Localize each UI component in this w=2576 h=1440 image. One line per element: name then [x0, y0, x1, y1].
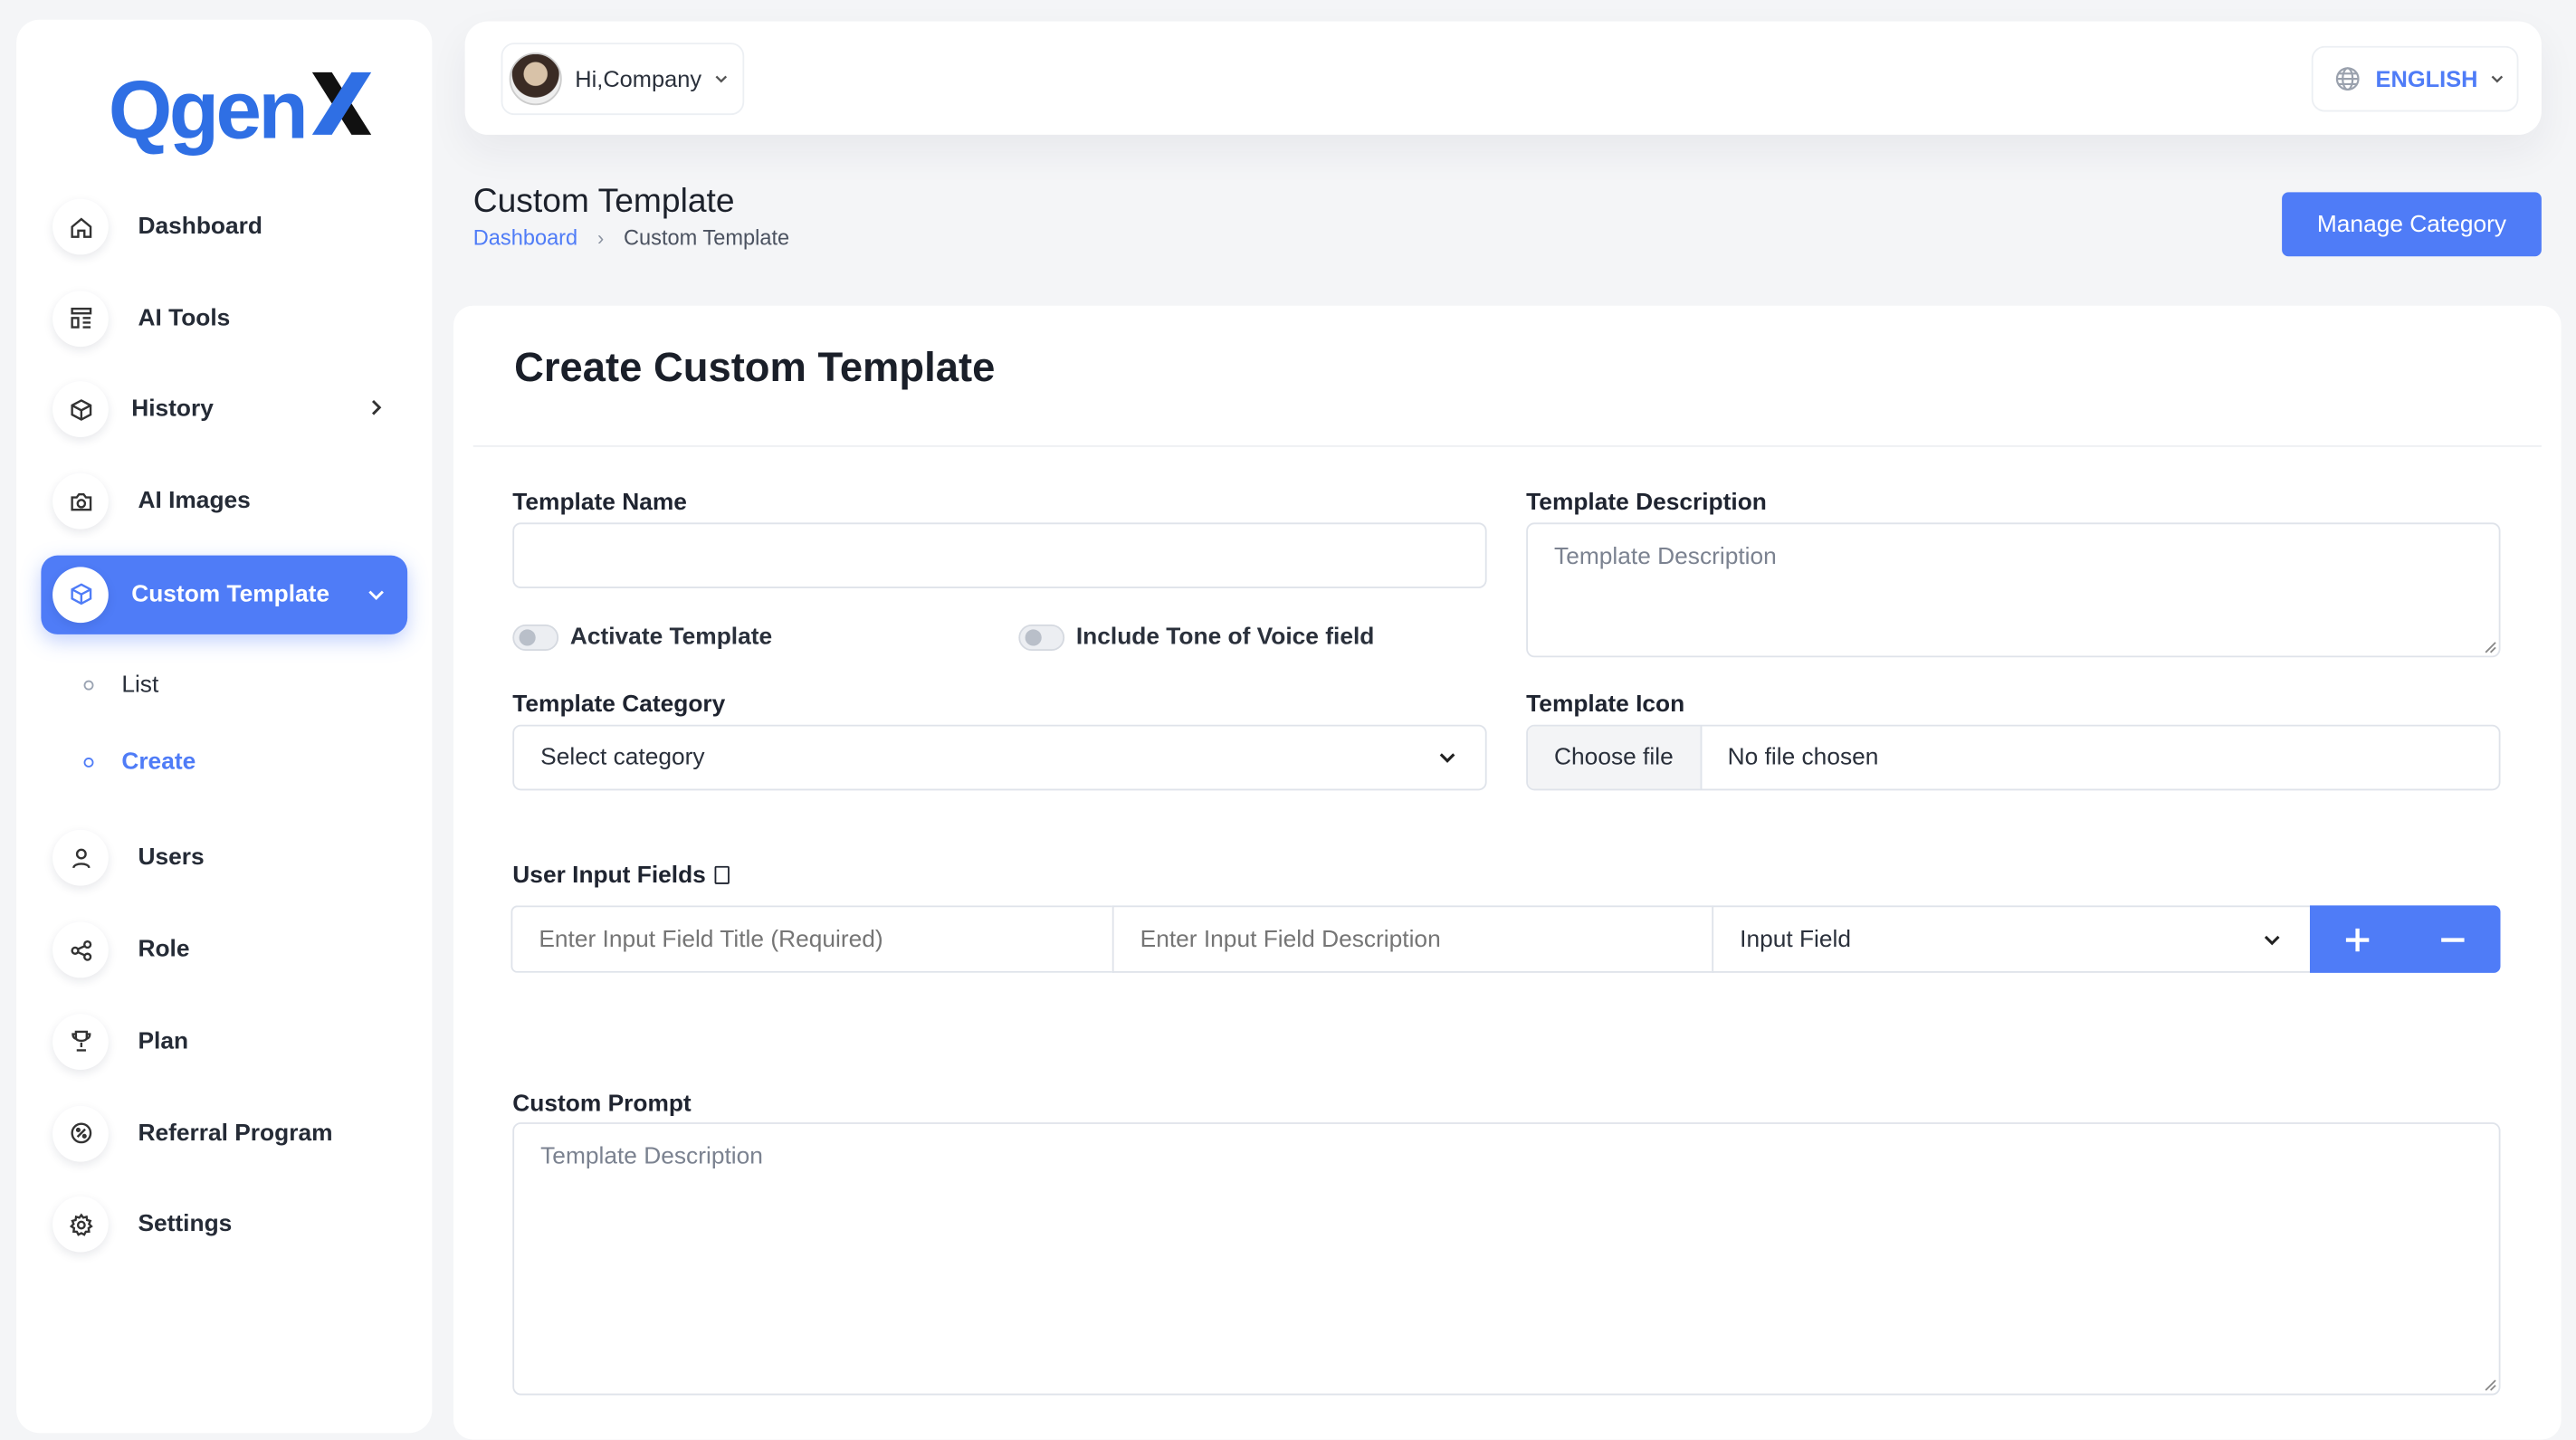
gear-icon [52, 1197, 109, 1253]
square-icon [713, 865, 730, 884]
template-description-textarea[interactable] [1526, 522, 2501, 658]
resize-handle-icon[interactable] [2484, 1378, 2497, 1392]
choose-file-button[interactable]: Choose file [1527, 726, 1702, 789]
submenu-item-create[interactable]: Create [41, 724, 407, 801]
user-greeting: Hi,Company [575, 65, 702, 92]
chevron-down-icon [2492, 75, 2504, 83]
language-selector[interactable]: ENGLISH [2311, 45, 2519, 112]
user-input-fields-text: User Input Fields [512, 863, 706, 890]
sidebar-item-label: AI Tools [138, 305, 231, 332]
layout-icon [52, 290, 109, 347]
minus-icon [2441, 937, 2465, 941]
breadcrumb-dashboard-link[interactable]: Dashboard [473, 225, 577, 250]
sidebar-item-dashboard[interactable]: Dashboard [41, 189, 407, 265]
tone-of-voice-toggle[interactable]: Include Tone of Voice field [1018, 624, 1375, 651]
submenu-item-label: Create [121, 749, 196, 776]
create-template-card: Create Custom Template Template Name Tem… [453, 305, 2562, 1440]
user-input-field-row: Input Field [510, 905, 2501, 973]
cube-icon [52, 381, 109, 438]
template-icon-file-input[interactable]: Choose file No file chosen [1526, 724, 2501, 791]
camera-icon [52, 473, 109, 529]
template-name-input[interactable] [512, 522, 1487, 588]
sidebar-item-label: Users [138, 845, 205, 873]
sidebar-item-plan[interactable]: Plan [41, 1004, 407, 1080]
sidebar-item-settings[interactable]: Settings [41, 1187, 407, 1263]
breadcrumb-current: Custom Template [624, 224, 790, 250]
submenu-item-label: List [121, 672, 159, 699]
input-field-actions [2309, 905, 2501, 973]
brand-logo[interactable]: Qgen [109, 56, 375, 155]
resize-handle-icon[interactable] [2484, 641, 2497, 654]
bullet-icon [83, 757, 94, 768]
plus-icon [2345, 927, 2370, 951]
logo-x-mark [311, 72, 371, 135]
input-type-value: Input Field [1740, 926, 1852, 953]
divider [472, 445, 2542, 447]
template-description-label: Template Description [1526, 490, 1767, 517]
template-icon-label: Template Icon [1526, 691, 1685, 719]
custom-template-submenu: List Create [41, 646, 407, 801]
sidebar-item-label: Plan [138, 1028, 189, 1055]
file-status: No file chosen [1727, 744, 1879, 771]
sidebar-item-label: Custom Template [131, 581, 330, 608]
template-name-label: Template Name [512, 490, 687, 517]
tone-of-voice-label: Include Tone of Voice field [1075, 624, 1375, 651]
trophy-icon [52, 1013, 109, 1070]
activate-template-label: Activate Template [569, 624, 773, 651]
avatar [509, 52, 562, 106]
card-title: Create Custom Template [514, 345, 996, 392]
template-category-label: Template Category [512, 691, 726, 719]
logo-text: Qgen [108, 63, 309, 157]
sidebar-item-label: Referral Program [138, 1120, 333, 1147]
breadcrumb: Dashboard › Custom Template [473, 225, 789, 250]
toggle-switch[interactable] [512, 624, 559, 651]
user-menu[interactable]: Hi,Company [501, 43, 745, 116]
add-field-button[interactable] [2310, 905, 2405, 972]
cube-icon [52, 566, 109, 623]
activate-template-toggle[interactable]: Activate Template [512, 624, 773, 651]
input-field-title-input[interactable] [510, 905, 1112, 973]
sidebar-item-label: Dashboard [138, 214, 262, 241]
sidebar-item-label: Settings [138, 1211, 233, 1238]
submenu-item-list[interactable]: List [41, 646, 407, 723]
custom-prompt-label: Custom Prompt [512, 1091, 692, 1118]
sidebar-item-label: Role [138, 937, 190, 964]
chevron-down-icon [1439, 753, 1455, 763]
user-icon [52, 830, 109, 887]
sidebar: Qgen Dashboard AI Tools History AI Image… [16, 19, 433, 1434]
chevron-right-icon: › [596, 225, 605, 250]
share-icon [52, 921, 109, 978]
category-select-value: Select category [540, 744, 705, 771]
user-input-fields-label: User Input Fields [512, 863, 730, 890]
input-field-description-input[interactable] [1111, 905, 1713, 973]
sidebar-item-ai-tools[interactable]: AI Tools [41, 281, 407, 357]
page-title: Custom Template [472, 182, 735, 221]
sidebar-item-users[interactable]: Users [41, 821, 407, 897]
sidebar-item-custom-template[interactable]: Custom Template [41, 555, 408, 634]
sidebar-nav: Dashboard AI Tools History AI Images Cus… [41, 189, 408, 1279]
toggle-switch[interactable] [1018, 624, 1065, 651]
bullet-icon [83, 680, 94, 691]
manage-category-button[interactable]: Manage Category [2282, 192, 2542, 257]
sidebar-item-role[interactable]: Role [41, 912, 407, 988]
home-icon [52, 198, 109, 255]
sidebar-item-label: AI Images [138, 488, 251, 515]
top-bar: Hi,Company ENGLISH [464, 21, 2542, 135]
globe-icon [2335, 67, 2360, 91]
chevron-down-icon [368, 590, 384, 600]
badge-percent-icon [52, 1105, 109, 1161]
sidebar-item-history[interactable]: History [41, 372, 407, 448]
input-field-type-select[interactable]: Input Field [1712, 905, 2310, 973]
chevron-right-icon [371, 400, 382, 416]
sidebar-item-label: History [131, 396, 214, 424]
custom-prompt-textarea[interactable] [512, 1122, 2501, 1396]
chevron-down-icon [715, 75, 728, 83]
chevron-down-icon [2264, 934, 2280, 945]
sidebar-item-referral-program[interactable]: Referral Program [41, 1095, 407, 1171]
remove-field-button[interactable] [2405, 905, 2500, 972]
template-category-select[interactable]: Select category [512, 724, 1487, 791]
sidebar-item-ai-images[interactable]: AI Images [41, 463, 407, 539]
language-label: ENGLISH [2375, 65, 2478, 92]
